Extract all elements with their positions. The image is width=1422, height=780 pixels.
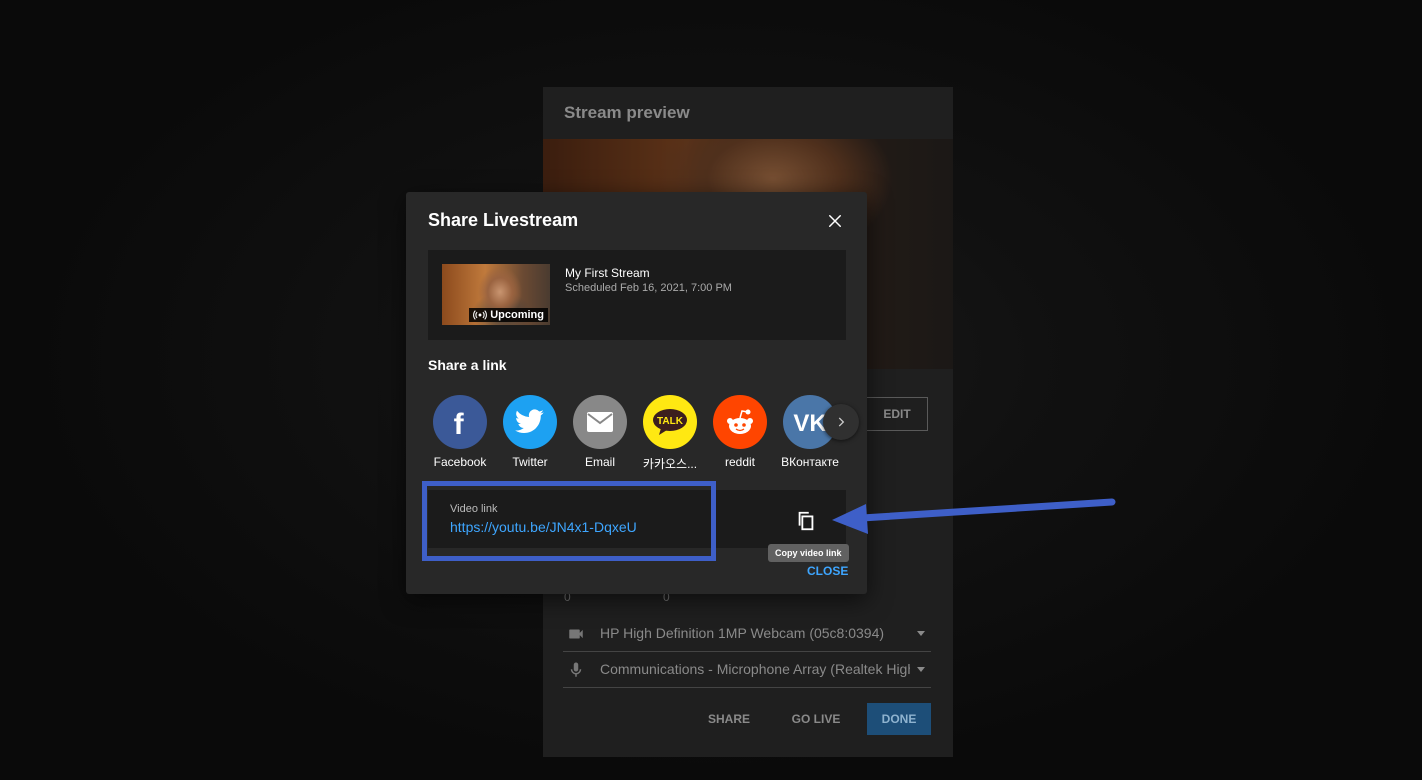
close-icon[interactable] bbox=[826, 212, 844, 230]
chevron-down-icon bbox=[917, 667, 925, 672]
share-label: 카카오스... bbox=[642, 457, 698, 471]
svg-text:TALK: TALK bbox=[657, 416, 684, 427]
chevron-down-icon bbox=[917, 631, 925, 636]
camera-select-value: HP High Definition 1MP Webcam (05c8:0394… bbox=[600, 625, 885, 641]
stream-title: My First Stream bbox=[565, 266, 650, 280]
microphone-select[interactable]: Communications - Microphone Array (Realt… bbox=[563, 653, 931, 688]
close-button[interactable]: CLOSE bbox=[807, 564, 848, 578]
svg-text:VK: VK bbox=[793, 410, 827, 434]
facebook-icon: f bbox=[433, 395, 487, 449]
share-label: reddit bbox=[724, 455, 756, 469]
dialog-title: Share Livestream bbox=[428, 210, 579, 230]
email-icon bbox=[573, 395, 627, 449]
stream-scheduled: Scheduled Feb 16, 2021, 7:00 PM bbox=[565, 282, 732, 294]
upcoming-badge: Upcoming bbox=[469, 308, 548, 322]
camera-icon bbox=[569, 629, 583, 639]
reddit-icon bbox=[713, 395, 767, 449]
share-label: Email bbox=[584, 455, 615, 469]
share-label: ВКонтакте bbox=[781, 455, 839, 469]
svg-text:f: f bbox=[454, 408, 465, 437]
share-reddit[interactable]: reddit bbox=[705, 395, 775, 469]
twitter-icon bbox=[503, 395, 557, 449]
highlight-box bbox=[422, 481, 716, 561]
share-button[interactable]: SHARE bbox=[699, 703, 759, 735]
camera-select[interactable]: HP High Definition 1MP Webcam (05c8:0394… bbox=[563, 617, 931, 652]
share-kakaotalk[interactable]: TALK 카카오스... bbox=[635, 395, 705, 472]
stream-preview-title: Stream preview bbox=[564, 103, 690, 122]
done-button[interactable]: DONE bbox=[867, 703, 931, 735]
stream-card: Upcoming My First Stream Scheduled Feb 1… bbox=[428, 250, 846, 340]
share-label: Twitter bbox=[512, 455, 548, 469]
share-twitter[interactable]: Twitter bbox=[495, 395, 565, 469]
chevron-right-icon bbox=[838, 417, 845, 427]
microphone-select-value: Communications - Microphone Array (Realt… bbox=[600, 661, 910, 677]
share-email[interactable]: Email bbox=[565, 395, 635, 469]
kakaotalk-icon: TALK bbox=[643, 395, 697, 449]
microphone-icon bbox=[570, 662, 582, 677]
live-broadcast-icon bbox=[473, 310, 488, 320]
stream-thumbnail: Upcoming bbox=[442, 264, 550, 325]
next-share-button[interactable] bbox=[823, 404, 859, 440]
copy-tooltip: Copy video link bbox=[768, 544, 849, 562]
badge-label: Upcoming bbox=[490, 309, 544, 321]
share-label: Facebook bbox=[433, 455, 487, 469]
copy-icon[interactable] bbox=[795, 510, 817, 532]
share-heading: Share a link bbox=[428, 357, 507, 373]
edit-button[interactable]: EDIT bbox=[866, 397, 928, 431]
share-facebook[interactable]: f Facebook bbox=[425, 395, 495, 469]
go-live-button[interactable]: GO LIVE bbox=[781, 703, 851, 735]
